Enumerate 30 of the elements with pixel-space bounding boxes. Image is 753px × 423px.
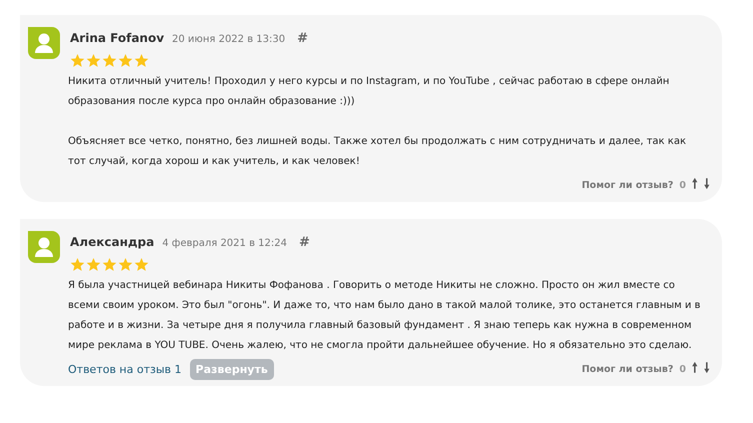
star-icon (70, 53, 85, 68)
review-date: 4 февраля 2021 в 12:24 (162, 238, 287, 249)
avatar-icon (28, 27, 60, 59)
permalink[interactable]: # (298, 235, 310, 250)
review-date: 20 июня 2022 в 13:30 (172, 34, 286, 45)
review-text: Я была участницей вебинара Никиты Фофанова . Говорить о методе Никиты не сложно. Просто он жил вместе со всеми своим уроком. Это был "огонь". И даже то, что нам было дано в такой малой толике, это останется главным и в работе и в жизни. За четыре дня я получила главный базовый фундамент . Я знаю теперь как нужна в современном мире реклама в YOU TUBE. Очень жалею, что не смогла пройти дальнейшее обучение. Но я обязательно это сделаю. (68, 279, 702, 353)
star-icon (102, 257, 117, 272)
upvote-button[interactable]: 🠕 (692, 358, 698, 380)
star-icon (86, 53, 101, 68)
review-text: Объясняет все четко, понятно, без лишней воды. Также хотел бы продолжать с ним сотрудничать и далее, так как тот случай, когда хорош и как учитель, и как человек! (68, 135, 687, 169)
star-icon (70, 257, 85, 272)
helpful-label: Помог ли отзыв? (582, 364, 674, 374)
star-icon (118, 53, 133, 68)
star-icon (86, 257, 101, 272)
upvote-button[interactable]: 🠕 (692, 174, 698, 196)
review-text: Никита отличный учитель! Проходил у него курсы и по Instagram, и по YouTube , сейчас работаю в сфере онлайн образования после курса про онлайн образование :))) (68, 75, 670, 109)
star-icon (102, 53, 117, 68)
author-name: Arina Fofanov (70, 31, 164, 45)
star-icon (118, 257, 133, 272)
permalink[interactable]: # (297, 31, 308, 46)
author-name: Александра (70, 235, 154, 249)
replies-link[interactable]: Ответов на отзыв 1 (68, 362, 182, 376)
star-icon (134, 53, 149, 68)
downvote-button[interactable]: 🠗 (704, 174, 710, 196)
downvote-button[interactable]: 🠗 (704, 358, 710, 380)
avatar-icon (28, 231, 60, 263)
helpful-label: Помог ли отзыв? (582, 180, 674, 190)
helpful-count: 0 (679, 180, 686, 190)
helpful-count: 0 (679, 364, 686, 374)
star-icon (134, 257, 149, 272)
